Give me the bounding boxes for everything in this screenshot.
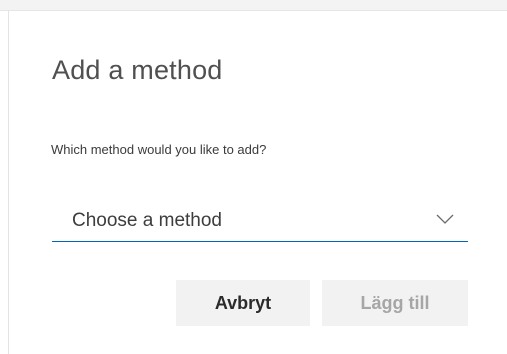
- method-dropdown-value: Choose a method: [72, 210, 222, 231]
- add-method-dialog: Add a method Which method would you like…: [9, 11, 507, 354]
- method-dropdown[interactable]: Choose a method: [52, 201, 468, 242]
- background-strip: [0, 0, 507, 11]
- add-button[interactable]: Lägg till: [322, 280, 468, 326]
- cancel-button[interactable]: Avbryt: [176, 280, 310, 326]
- screen: Add a method Which method would you like…: [0, 0, 507, 354]
- dialog-title: Add a method: [52, 55, 223, 85]
- chevron-down-icon: [436, 214, 454, 224]
- method-question-label: Which method would you like to add?: [51, 142, 267, 157]
